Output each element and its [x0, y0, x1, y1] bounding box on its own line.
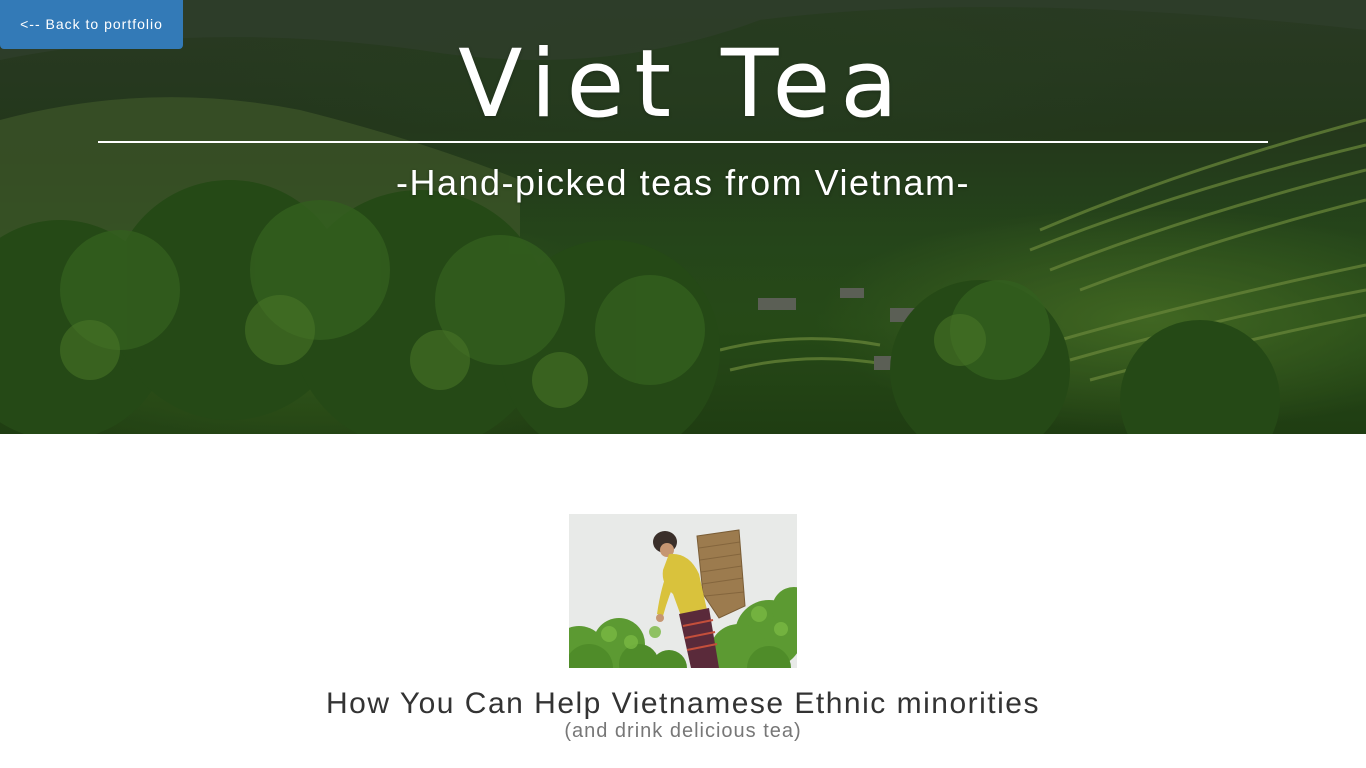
title-divider [98, 141, 1268, 143]
page-subtitle: -Hand-picked teas from Vietnam- [395, 162, 971, 203]
hero-banner: <-- Back to portfolio Viet Tea -Hand-pic… [0, 0, 1366, 434]
tea-picker-photo [569, 514, 797, 668]
tea-picker-woman-image [569, 514, 797, 668]
section-subheading: (and drink delicious tea) [564, 720, 802, 742]
page-title: Viet Tea [458, 30, 908, 139]
back-to-portfolio-button[interactable]: <-- Back to portfolio [0, 0, 183, 49]
section-heading: How You Can Help Vietnamese Ethnic minor… [326, 687, 1040, 720]
